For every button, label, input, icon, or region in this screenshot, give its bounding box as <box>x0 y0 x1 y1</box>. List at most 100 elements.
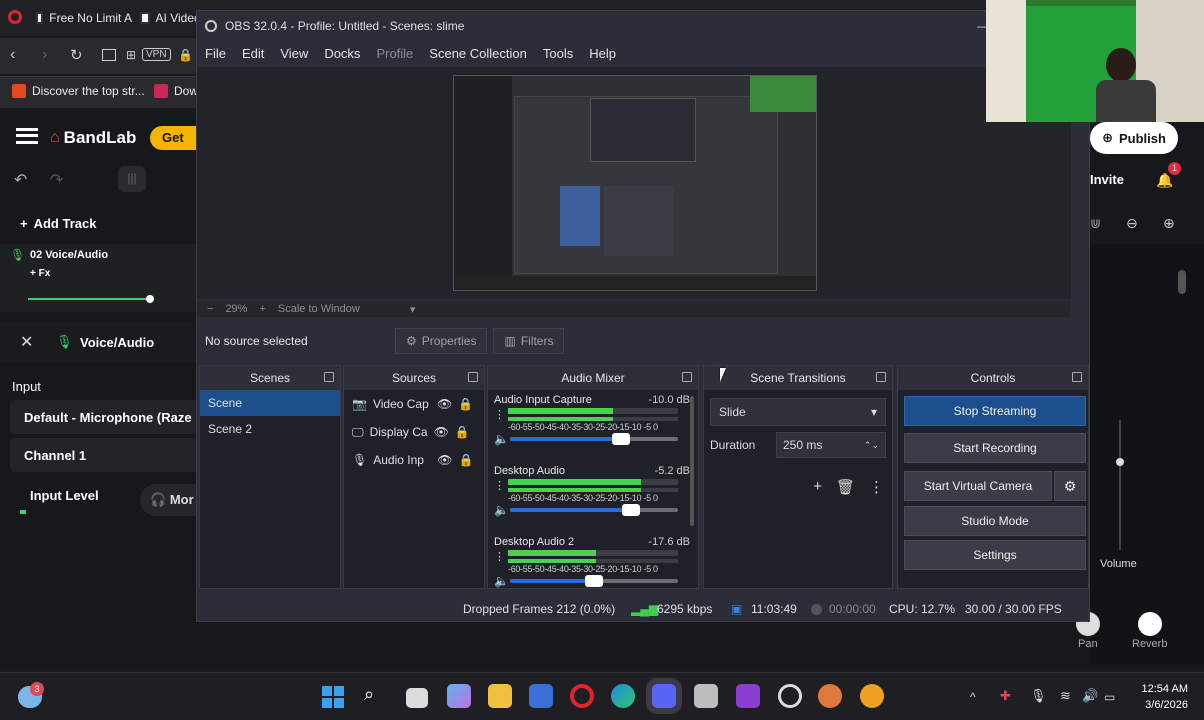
menu-tools[interactable]: Tools <box>535 46 581 61</box>
clipchamp-icon[interactable] <box>736 684 760 708</box>
opera-taskbar-icon[interactable] <box>570 684 594 708</box>
lock-icon[interactable]: 🔒 <box>455 425 470 439</box>
add-fx-button[interactable]: + Fx <box>30 268 50 279</box>
scale-dropdown-icon[interactable]: ▾ <box>410 303 416 316</box>
source-item[interactable]: 🎙 Audio Inp 👁 🔒 <box>344 446 484 474</box>
duration-spinbox[interactable]: 250 ms ⌃⌄ <box>776 432 886 458</box>
studio-mode-button[interactable]: Studio Mode <box>904 506 1086 536</box>
undock-icon[interactable] <box>324 372 334 382</box>
clock-date[interactable]: 3/6/2026 <box>1138 699 1188 711</box>
channel-menu-icon[interactable]: ⋮ <box>494 479 505 492</box>
volume-slider[interactable] <box>510 433 678 445</box>
settings-button[interactable]: Settings <box>904 540 1086 570</box>
track-volume-slider[interactable] <box>28 295 154 303</box>
lock-icon[interactable]: 🔒 <box>458 397 473 411</box>
battery-icon[interactable]: ▭ <box>1104 690 1115 704</box>
trash-icon[interactable]: 🗑 <box>836 478 855 496</box>
track-name[interactable]: 02 Voice/Audio <box>30 249 108 261</box>
forward-icon[interactable]: › <box>42 46 47 64</box>
app-icon[interactable] <box>860 684 884 708</box>
copilot-icon[interactable] <box>447 684 471 708</box>
microphone-tray-icon[interactable]: 🎙 <box>1030 688 1047 704</box>
zoom-out-button[interactable]: − <box>207 303 213 315</box>
stop-streaming-button[interactable]: Stop Streaming <box>904 396 1086 426</box>
menu-docks[interactable]: Docks <box>316 46 368 61</box>
camera-app-icon[interactable] <box>694 684 718 708</box>
tray-chevron-icon[interactable]: ^ <box>970 690 976 704</box>
opera-icon[interactable] <box>8 10 22 24</box>
reload-icon[interactable]: ↻ <box>70 46 83 64</box>
filters-button[interactable]: ▥ Filters <box>493 328 565 354</box>
program-preview[interactable] <box>453 75 817 291</box>
channel-menu-icon[interactable]: ⋮ <box>494 550 505 563</box>
tray-app-icon[interactable]: ✚ <box>1000 688 1011 704</box>
browser-tab[interactable]: AI Videc <box>140 6 200 30</box>
tool-icon[interactable]: ⋓ <box>1090 216 1101 232</box>
close-icon[interactable]: ✕ <box>20 332 33 352</box>
spin-arrows-icon[interactable]: ⌃⌄ <box>864 440 879 451</box>
menu-scene-collection[interactable]: Scene Collection <box>421 46 535 61</box>
browser-tab[interactable]: Free No Limit A <box>36 6 132 30</box>
volume-knob[interactable] <box>611 433 630 445</box>
scrollbar-thumb[interactable] <box>1178 270 1186 294</box>
monitor-button[interactable]: 🎧 Mor <box>140 484 196 516</box>
visibility-eye-icon[interactable]: 👁 <box>437 397 452 411</box>
get-button[interactable]: Get <box>150 126 196 150</box>
edge-icon[interactable] <box>611 684 635 708</box>
publish-button[interactable]: ⊕ Publish <box>1090 122 1178 154</box>
menu-help[interactable]: Help <box>581 46 624 61</box>
transition-select[interactable]: Slide ▾ <box>710 398 886 426</box>
task-view-icon[interactable] <box>406 688 428 708</box>
app-icon[interactable] <box>818 684 842 708</box>
source-item[interactable]: 📷 Video Cap 👁 🔒 <box>344 390 484 418</box>
speaker-mute-icon[interactable]: 🔈 <box>494 432 509 446</box>
scene-item[interactable]: Scene 2 <box>200 416 340 442</box>
windows-start-icon[interactable] <box>322 686 344 708</box>
add-transition-icon[interactable]: + <box>813 478 822 496</box>
discord-icon[interactable] <box>646 678 682 714</box>
add-track-button[interactable]: + Add Track <box>20 216 96 231</box>
extension-icon[interactable] <box>102 49 116 61</box>
reverb-knob[interactable] <box>1138 612 1162 636</box>
mixer-scrollbar[interactable] <box>690 396 694 526</box>
volume-slider[interactable] <box>510 575 678 587</box>
invite-button[interactable]: Invite <box>1090 172 1124 187</box>
zoom-in-button[interactable]: + <box>259 303 265 315</box>
volume-knob[interactable] <box>585 575 603 587</box>
outlook-icon[interactable] <box>529 684 553 708</box>
volume-fader[interactable] <box>1116 420 1124 550</box>
visibility-eye-icon[interactable]: 👁 <box>434 425 449 439</box>
obs-taskbar-icon[interactable] <box>778 684 802 708</box>
bookmark-item[interactable]: Dow <box>154 84 198 98</box>
channel-menu-icon[interactable]: ⋮ <box>494 408 505 421</box>
virtual-camera-settings-icon[interactable]: ⚙ <box>1054 471 1086 501</box>
speaker-mute-icon[interactable]: 🔈 <box>494 574 509 588</box>
menu-file[interactable]: File <box>197 46 234 61</box>
scale-mode-select[interactable]: Scale to Window <box>278 303 360 315</box>
undock-icon[interactable] <box>682 372 692 382</box>
menu-edit[interactable]: Edit <box>234 46 272 61</box>
clock-time[interactable]: 12:54 AM <box>1138 683 1188 695</box>
metronome-icon[interactable]: ||| <box>118 166 146 192</box>
bandlab-logo[interactable]: ⌂ BandLab <box>50 128 136 148</box>
wifi-icon[interactable]: ≋ <box>1060 688 1071 704</box>
notifications-bell-icon[interactable]: 🔔 <box>1156 172 1173 189</box>
start-virtual-camera-button[interactable]: Start Virtual Camera <box>904 471 1052 501</box>
speaker-icon[interactable]: 🔊 <box>1082 688 1098 704</box>
lock-icon[interactable]: 🔒 <box>458 453 473 467</box>
scene-item[interactable]: Scene <box>200 390 340 416</box>
visibility-eye-icon[interactable]: 👁 <box>437 453 452 467</box>
vpn-badge[interactable]: VPN <box>142 48 171 61</box>
undock-icon[interactable] <box>468 372 478 382</box>
start-recording-button[interactable]: Start Recording <box>904 433 1086 463</box>
speaker-mute-icon[interactable]: 🔈 <box>494 503 509 517</box>
volume-knob[interactable] <box>621 504 640 516</box>
zoom-out-icon[interactable]: ⊖ <box>1126 215 1138 232</box>
undock-icon[interactable] <box>876 372 886 382</box>
speed-dial-icon[interactable]: ⊞ <box>126 48 136 62</box>
volume-slider[interactable] <box>510 504 678 516</box>
source-item[interactable]: 🖵 Display Ca 👁 🔒 <box>344 418 484 446</box>
properties-button[interactable]: ⚙ Properties <box>395 328 488 354</box>
zoom-in-icon[interactable]: ⊕ <box>1163 215 1175 232</box>
more-options-icon[interactable]: ⋮ <box>869 478 884 496</box>
